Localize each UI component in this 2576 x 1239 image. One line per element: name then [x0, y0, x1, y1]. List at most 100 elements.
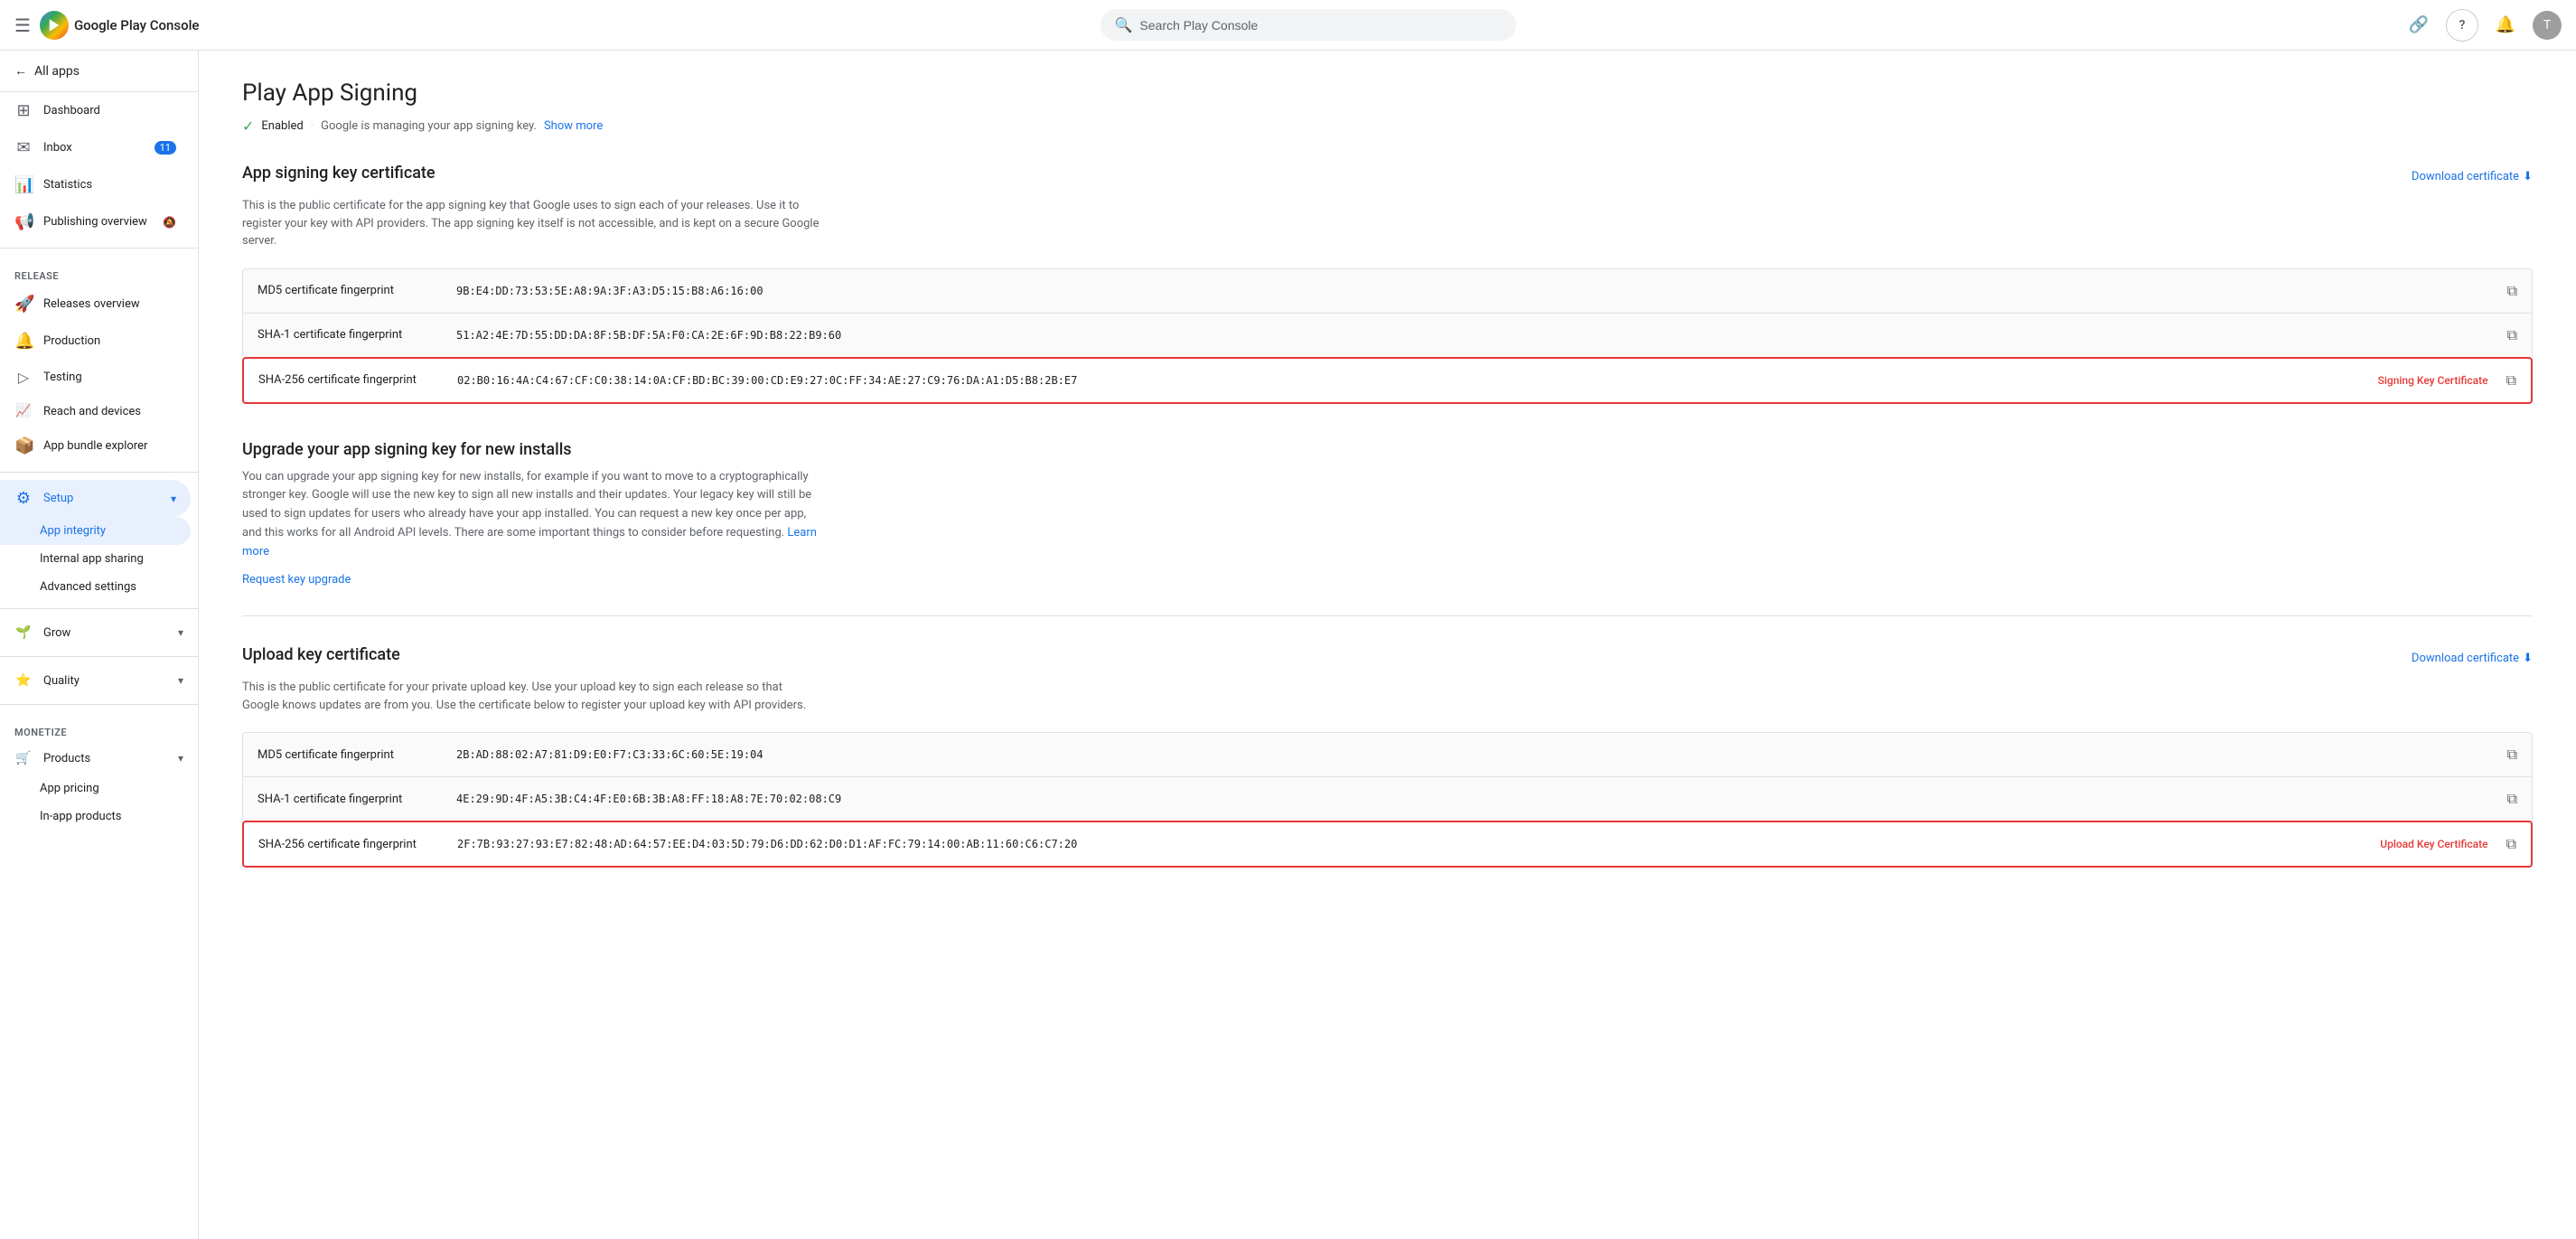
status-row: ✓ Enabled · Google is managing your app … — [242, 117, 2533, 135]
all-apps-button[interactable]: ← All apps — [0, 51, 198, 92]
sidebar-item-setup[interactable]: ⚙ Setup ▾ ➜ — [0, 480, 191, 517]
sidebar-item-dashboard[interactable]: ⊞ Dashboard — [0, 92, 191, 129]
sidebar-item-label: Statistics — [43, 178, 92, 192]
main-content: Play App Signing ✓ Enabled · Google is m… — [199, 51, 2576, 1239]
sidebar-item-label: Dashboard — [43, 104, 100, 117]
sidebar-item-label: Products — [43, 752, 90, 765]
download-cert-label-upload: Download certificate — [2412, 652, 2519, 665]
divider-setup — [0, 472, 198, 473]
cert-row-md5-signing: MD5 certificate fingerprint 9B:E4:DD:73:… — [242, 268, 2533, 313]
cert-value-sha256-upload: 2F:7B:93:27:93:E7:82:48:AD:64:57:EE:D4:0… — [457, 838, 2380, 850]
help-icon[interactable]: ? — [2446, 9, 2478, 42]
sidebar-item-label: App bundle explorer — [43, 439, 147, 453]
cert-label-sha1-upload: SHA-1 certificate fingerprint — [258, 793, 456, 806]
app-signing-fingerprints: MD5 certificate fingerprint 9B:E4:DD:73:… — [242, 268, 2533, 404]
copy-icon-sha256-upload[interactable]: ⧉ — [2506, 835, 2516, 853]
sidebar-sub-item-label: App integrity — [40, 524, 106, 538]
sidebar-sub-item-app-pricing[interactable]: App pricing — [0, 774, 191, 803]
copy-icon-md5[interactable]: ⧉ — [2507, 282, 2517, 300]
upload-key-fingerprints: MD5 certificate fingerprint 2B:AD:88:02:… — [242, 732, 2533, 868]
show-more-link[interactable]: Show more — [544, 119, 603, 133]
grow-chevron-icon: ▾ — [178, 626, 183, 639]
download-cert-icon-upload: ⬇ — [2523, 652, 2533, 665]
section-header-row-upload: Upload key certificate Download certific… — [242, 645, 2533, 671]
download-cert-button-signing[interactable]: Download certificate ⬇ — [2412, 170, 2533, 183]
sidebar-item-label: Publishing overview — [43, 215, 147, 229]
sidebar-item-label: Quality — [43, 674, 80, 688]
request-key-upgrade-link[interactable]: Request key upgrade — [242, 573, 351, 587]
avatar[interactable]: T — [2533, 11, 2562, 40]
sidebar-item-label: Reach and devices — [43, 405, 141, 418]
quality-icon: ⭐ — [14, 673, 33, 688]
sidebar-item-label: Releases overview — [43, 297, 140, 311]
sidebar-sub-item-app-integrity[interactable]: App integrity — [0, 517, 191, 545]
upgrade-section: Upgrade your app signing key for new ins… — [242, 440, 2533, 587]
inbox-badge: 11 — [155, 141, 176, 155]
link-icon[interactable]: 🔗 — [2403, 9, 2435, 42]
sidebar-sub-item-internal-sharing[interactable]: Internal app sharing — [0, 545, 191, 573]
notifications-icon[interactable]: 🔔 — [2489, 9, 2522, 42]
sidebar-sub-item-advanced-settings[interactable]: Advanced settings — [0, 573, 191, 601]
cert-label-sha1: SHA-1 certificate fingerprint — [258, 328, 456, 342]
cert-value-sha1-upload: 4E:29:9D:4F:A5:3B:C4:4F:E0:6B:3B:A8:FF:1… — [456, 793, 2496, 805]
copy-icon-sha1[interactable]: ⧉ — [2507, 326, 2517, 344]
sidebar-sub-item-label: Internal app sharing — [40, 552, 144, 566]
sidebar-item-inbox[interactable]: ✉ Inbox 11 — [0, 129, 191, 166]
sidebar-item-label: Grow — [43, 626, 70, 640]
dashboard-icon: ⊞ — [14, 101, 33, 120]
sidebar-item-publishing[interactable]: 📢 Publishing overview 🔕 — [0, 203, 191, 240]
section-divider — [242, 615, 2533, 616]
upload-key-cert-tag: Upload Key Certificate — [2380, 838, 2487, 850]
app-signing-desc: This is the public certificate for the a… — [242, 197, 820, 250]
upload-key-section: Upload key certificate Download certific… — [242, 645, 2533, 868]
cert-value-md5-upload: 2B:AD:88:02:A7:81:D9:E0:F7:C3:33:6C:60:5… — [456, 748, 2496, 761]
sidebar-item-testing[interactable]: ▷ Testing — [0, 360, 198, 395]
section-header-row-signing: App signing key certificate Download cer… — [242, 164, 2533, 190]
search-icon: 🔍 — [1115, 16, 1133, 33]
search-input[interactable] — [1139, 18, 1501, 33]
hamburger-icon[interactable]: ☰ — [14, 14, 31, 36]
sidebar-item-quality[interactable]: ⭐ Quality ▾ — [0, 664, 198, 697]
statistics-icon: 📊 — [14, 175, 33, 194]
releases-icon: 🚀 — [14, 295, 33, 314]
copy-icon-md5-upload[interactable]: ⧉ — [2507, 746, 2517, 764]
cert-row-md5-upload: MD5 certificate fingerprint 2B:AD:88:02:… — [242, 732, 2533, 776]
upgrade-desc: You can upgrade your app signing key for… — [242, 468, 820, 562]
status-separator: · — [311, 119, 314, 133]
production-icon: 🔔 — [14, 332, 33, 351]
sidebar-sub-item-in-app-products[interactable]: In-app products — [0, 803, 191, 831]
inbox-icon: ✉ — [14, 138, 33, 157]
cert-label-sha256-upload: SHA-256 certificate fingerprint — [258, 838, 457, 851]
sidebar-sub-item-label: App pricing — [40, 782, 99, 795]
copy-icon-sha256-signing[interactable]: ⧉ — [2506, 371, 2516, 390]
upgrade-desc-text: You can upgrade your app signing key for… — [242, 470, 811, 540]
sidebar-item-releases-overview[interactable]: 🚀 Releases overview — [0, 286, 191, 323]
bundle-icon: 📦 — [14, 436, 33, 455]
sidebar-item-reach[interactable]: 📈 Reach and devices — [0, 395, 198, 427]
topbar-left: ☰ Google Play Console — [14, 11, 213, 40]
status-desc: Google is managing your app signing key. — [321, 119, 537, 133]
sidebar-item-products[interactable]: 🛒 Products ▾ — [0, 742, 198, 774]
sidebar-item-app-bundle[interactable]: 📦 App bundle explorer — [0, 427, 191, 465]
quality-chevron-icon: ▾ — [178, 674, 183, 687]
upload-key-title: Upload key certificate — [242, 645, 400, 664]
reach-icon: 📈 — [14, 404, 33, 418]
divider-quality — [0, 656, 198, 657]
sidebar-item-statistics[interactable]: 📊 Statistics — [0, 166, 191, 203]
sidebar-item-production[interactable]: 🔔 Production — [0, 323, 191, 360]
sidebar-item-label: Testing — [43, 371, 82, 384]
grow-icon: 🌱 — [14, 625, 33, 640]
cert-value-sha1: 51:A2:4E:7D:55:DD:DA:8F:5B:DF:5A:F0:CA:2… — [456, 329, 2496, 342]
copy-icon-sha1-upload[interactable]: ⧉ — [2507, 790, 2517, 808]
search-box: 🔍 — [1101, 9, 1516, 41]
back-icon: ← — [14, 63, 27, 79]
divider-grow — [0, 608, 198, 609]
topbar-search: 🔍 — [213, 9, 2403, 41]
gpc-logo-icon — [40, 11, 69, 40]
download-cert-button-upload[interactable]: Download certificate ⬇ — [2412, 652, 2533, 665]
sidebar-item-label: Inbox — [43, 141, 72, 155]
download-cert-label: Download certificate — [2412, 170, 2519, 183]
sidebar-item-grow[interactable]: 🌱 Grow ▾ — [0, 616, 198, 649]
products-icon: 🛒 — [14, 751, 33, 765]
app-signing-section: App signing key certificate Download cer… — [242, 164, 2533, 404]
